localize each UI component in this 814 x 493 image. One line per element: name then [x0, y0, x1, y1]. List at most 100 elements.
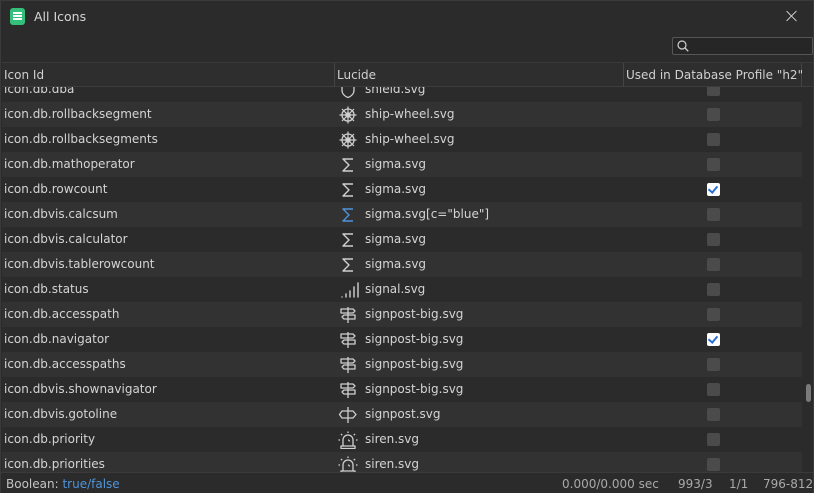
table-row[interactable]: icon.db.navigator signpost-big.svg — [2, 327, 802, 352]
cell-icon-id: icon.db.dba — [4, 87, 75, 96]
used-in-profile-checkbox[interactable] — [707, 358, 720, 371]
page-indicator: 1/1 — [729, 477, 749, 491]
cell-icon-id: icon.db.rollbacksegments — [4, 132, 158, 146]
used-in-profile-checkbox[interactable] — [707, 233, 720, 246]
used-in-profile-checkbox[interactable] — [707, 283, 720, 296]
table-row[interactable]: icon.dbvis.gotoline signpost.svg — [2, 402, 802, 427]
cell-icon-id: icon.dbvis.gotoline — [4, 407, 118, 421]
cell-icon-id: icon.db.rowcount — [4, 182, 108, 196]
signpost-big-icon — [338, 356, 358, 374]
boolean-label: Boolean: — [6, 477, 59, 491]
table-row[interactable]: icon.db.rowcount sigma.svg — [2, 177, 802, 202]
used-in-profile-checkbox[interactable] — [707, 183, 720, 196]
search-input[interactable] — [693, 39, 811, 53]
cell-lucide-file: signal.svg — [365, 282, 426, 296]
column-header-icon-id[interactable]: Icon Id — [2, 63, 335, 87]
cell-icon-id: icon.db.priorities — [4, 457, 105, 471]
window-title: All Icons — [34, 9, 87, 24]
cell-icon-id: icon.dbvis.calculator — [4, 232, 128, 246]
close-button[interactable] — [783, 7, 801, 25]
used-in-profile-checkbox[interactable] — [707, 433, 720, 446]
cell-icon-id: icon.dbvis.shownavigator — [4, 382, 157, 396]
table-row[interactable]: icon.db.dba shield.svg — [2, 87, 802, 102]
used-in-profile-checkbox[interactable] — [707, 308, 720, 321]
table-row[interactable]: icon.db.rollbacksegments ship-wheel.svg — [2, 127, 802, 152]
table-row[interactable]: icon.dbvis.tablerowcount sigma.svg — [2, 252, 802, 277]
used-in-profile-checkbox[interactable] — [707, 458, 720, 471]
used-in-profile-checkbox[interactable] — [707, 87, 720, 96]
used-in-profile-checkbox[interactable] — [707, 133, 720, 146]
table-row[interactable]: icon.dbvis.shownavigator signpost-big.svg — [2, 377, 802, 402]
cell-lucide-file: siren.svg — [365, 432, 420, 446]
column-header-used-in-profile[interactable]: Used in Database Profile "h2" — [624, 63, 803, 87]
used-in-profile-checkbox[interactable] — [707, 333, 720, 346]
used-in-profile-checkbox[interactable] — [707, 108, 720, 121]
cell-lucide-file: ship-wheel.svg — [365, 107, 455, 121]
sigma-icon — [338, 181, 358, 199]
search-box[interactable] — [672, 37, 813, 55]
scrollbar-thumb[interactable] — [806, 384, 811, 402]
table-row[interactable]: icon.db.mathoperator sigma.svg — [2, 152, 802, 177]
signpost-big-icon — [338, 331, 358, 349]
used-in-profile-checkbox[interactable] — [707, 383, 720, 396]
table-row[interactable]: icon.db.status signal.svg — [2, 277, 802, 302]
sigma-icon — [338, 256, 358, 274]
table-row[interactable]: icon.db.priority siren.svg — [2, 427, 802, 452]
search-icon — [677, 40, 689, 52]
ship-wheel-icon — [338, 106, 358, 124]
boolean-value-link[interactable]: true/false — [62, 477, 119, 491]
column-header-lucide[interactable]: Lucide — [335, 63, 624, 87]
cell-icon-id: icon.db.mathoperator — [4, 157, 135, 171]
cell-lucide-file: signpost.svg — [365, 407, 441, 421]
cell-lucide-file: sigma.svg — [365, 232, 427, 246]
cell-lucide-file: shield.svg — [365, 87, 426, 96]
cell-lucide-file: sigma.svg — [365, 182, 427, 196]
table-row[interactable]: icon.db.priorities siren.svg — [2, 452, 802, 472]
signpost-big-icon — [338, 306, 358, 324]
row-count: 993/3 — [678, 477, 713, 491]
table-row[interactable]: icon.dbvis.calcsum sigma.svg[c="blue"] — [2, 202, 802, 227]
cell-icon-id: icon.db.accesspath — [4, 307, 120, 321]
sigma-icon — [338, 231, 358, 249]
table-row[interactable]: icon.db.rollbacksegment ship-wheel.svg — [2, 102, 802, 127]
ship-wheel-icon — [338, 131, 358, 149]
siren-icon — [338, 456, 358, 472]
icons-table: Icon Id Lucide Used in Database Profile … — [2, 62, 813, 472]
used-in-profile-checkbox[interactable] — [707, 258, 720, 271]
table-body: icon.db.dba shield.svg icon.db.rollbackseg… — [2, 87, 802, 472]
sigma-blue-icon — [338, 206, 358, 224]
cell-lucide-file: sigma.svg — [365, 257, 427, 271]
cell-lucide-file: sigma.svg — [365, 157, 427, 171]
table-rows: icon.db.dba shield.svg icon.db.rollbackseg… — [2, 87, 802, 472]
cell-lucide-file: ship-wheel.svg — [365, 132, 455, 146]
table-row[interactable]: icon.db.accesspath signpost-big.svg — [2, 302, 802, 327]
signpost-big-icon — [338, 381, 358, 399]
table-header: Icon Id Lucide Used in Database Profile … — [2, 62, 813, 87]
used-in-profile-checkbox[interactable] — [707, 208, 720, 221]
cell-icon-id: icon.db.rollbacksegment — [4, 107, 152, 121]
used-in-profile-checkbox[interactable] — [707, 158, 720, 171]
sigma-icon — [338, 156, 358, 174]
title-bar: All Icons — [1, 1, 813, 33]
used-in-profile-checkbox[interactable] — [707, 408, 720, 421]
siren-icon — [338, 431, 358, 450]
query-time: 0.000/0.000 sec — [562, 477, 659, 491]
cell-icon-id: icon.dbvis.tablerowcount — [4, 257, 155, 271]
app-icon — [10, 8, 25, 25]
cell-icon-id: icon.db.priority — [4, 432, 96, 446]
row-range: 796-812 — [763, 477, 814, 491]
cell-icon-id: icon.db.accesspaths — [4, 357, 126, 371]
table-row[interactable]: icon.db.accesspaths signpost-big.svg — [2, 352, 802, 377]
cell-lucide-file: signpost-big.svg — [365, 307, 464, 321]
cell-lucide-file: signpost-big.svg — [365, 357, 464, 371]
cell-icon-id: icon.dbvis.calcsum — [4, 207, 118, 221]
all-icons-window: All Icons Icon Id Lucide Used in Databas… — [0, 0, 814, 493]
cell-lucide-file: signpost-big.svg — [365, 382, 464, 396]
vertical-scrollbar[interactable] — [804, 87, 813, 472]
table-row[interactable]: icon.dbvis.calculator sigma.svg — [2, 227, 802, 252]
boolean-format: Boolean: true/false — [6, 477, 120, 491]
status-bar: Boolean: true/false 0.000/0.000 sec 993/… — [1, 472, 813, 493]
cell-lucide-file: sigma.svg[c="blue"] — [365, 207, 490, 221]
shield-icon — [338, 87, 358, 99]
cell-icon-id: icon.db.navigator — [4, 332, 110, 346]
